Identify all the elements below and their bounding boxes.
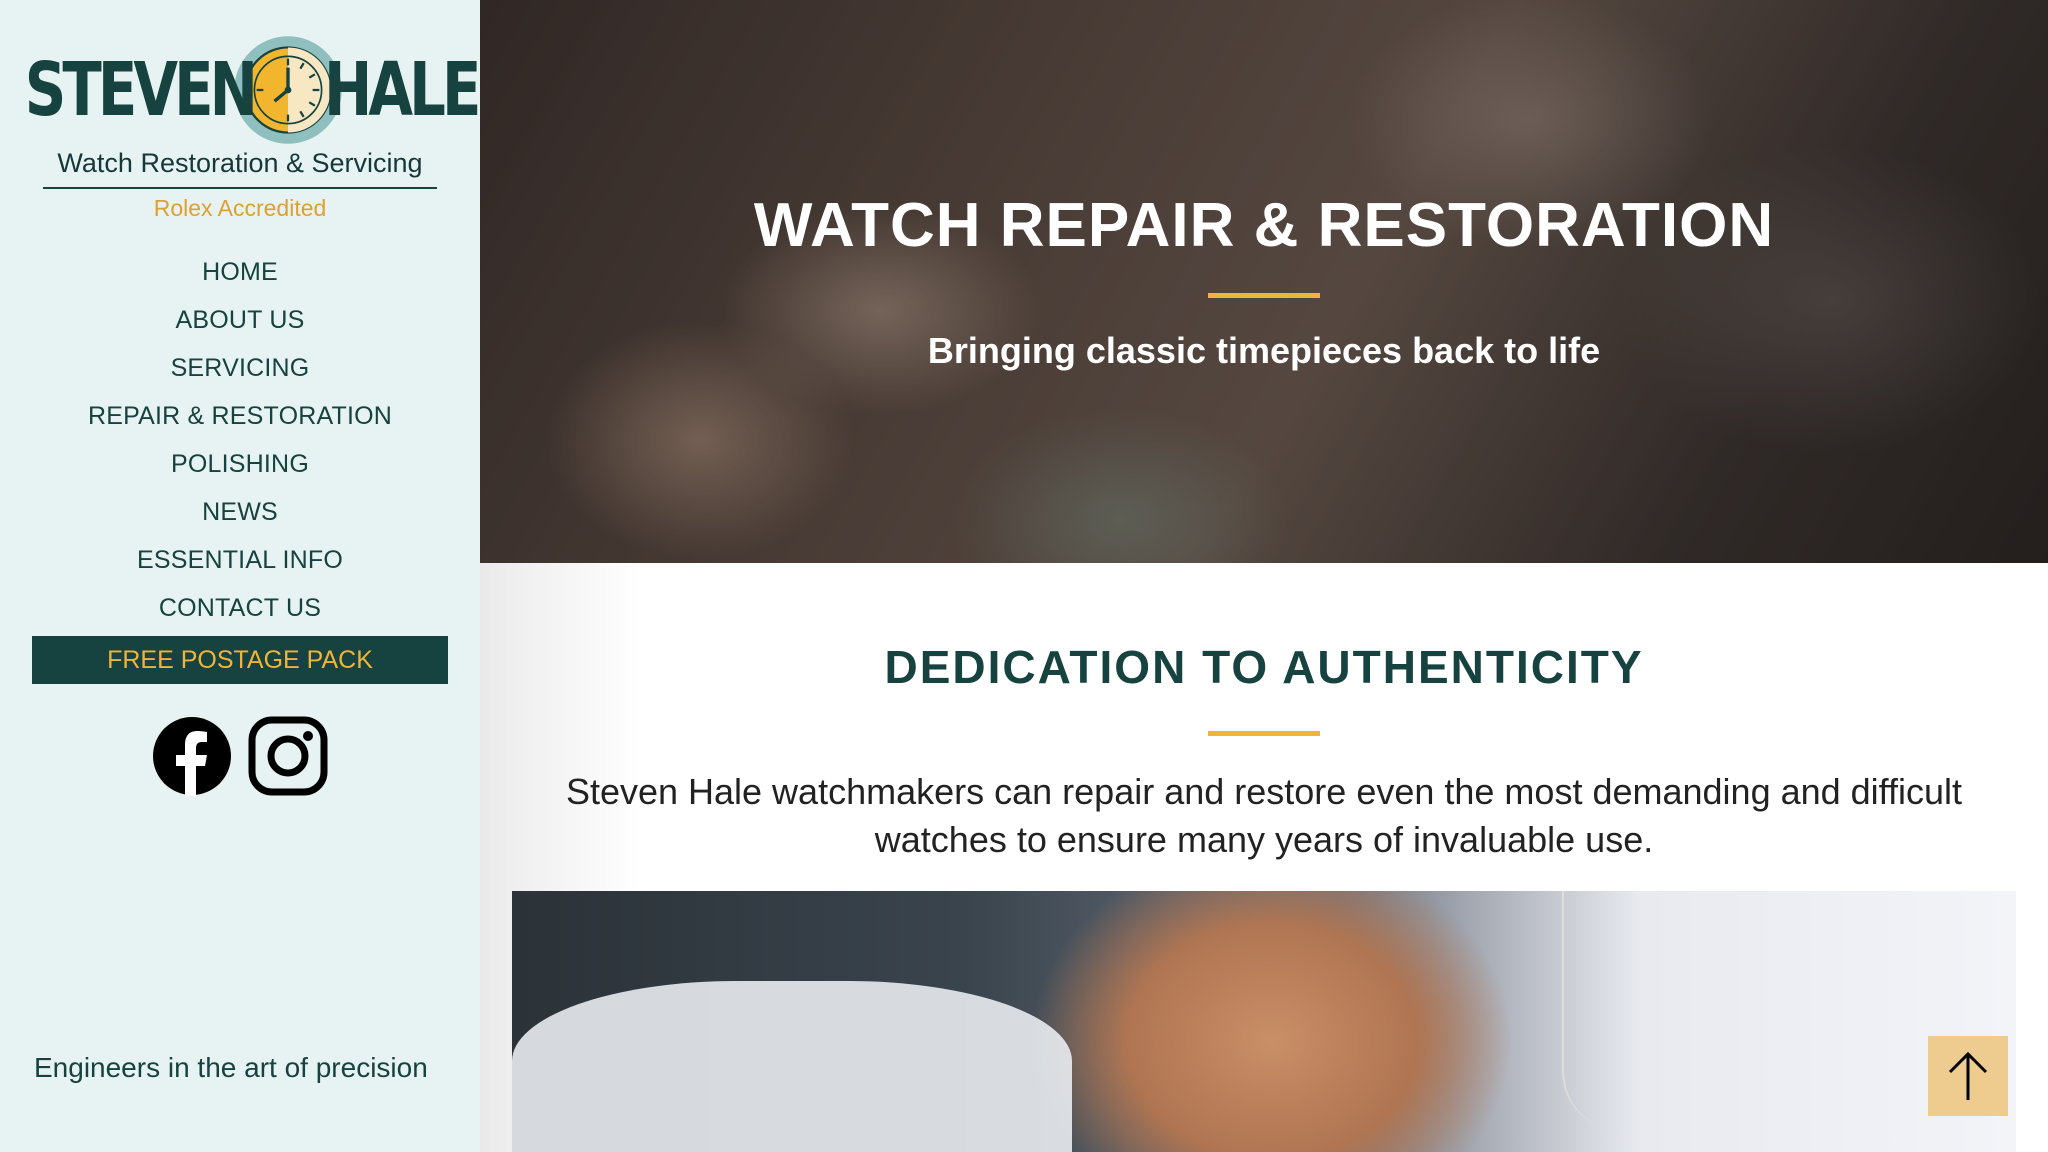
logo-name-left: STEVEN xyxy=(24,47,257,133)
accreditation-label: Rolex Accredited xyxy=(153,195,327,221)
sidebar: STEVEN HALE Watch Restoration & Servicin… xyxy=(0,0,481,1152)
section-body: Steven Hale watchmakers can repair and r… xyxy=(565,771,1963,860)
nav-item-essential-info[interactable]: ESSENTIAL INFO xyxy=(137,536,343,584)
nav-item-news[interactable]: NEWS xyxy=(202,488,278,536)
photo-detail xyxy=(1562,891,1622,1131)
nav-item-about-us[interactable]: ABOUT US xyxy=(176,296,305,344)
hero-image-overlay xyxy=(480,0,2048,563)
hero-title: WATCH REPAIR & RESTORATION xyxy=(753,191,1775,260)
nav-item-contact-us[interactable]: CONTACT US xyxy=(159,584,321,632)
photo-detail xyxy=(512,981,1072,1152)
hero-banner: WATCH REPAIR & RESTORATION Bringing clas… xyxy=(480,0,2048,563)
free-postage-pack-button[interactable]: FREE POSTAGE PACK xyxy=(32,636,448,684)
watchmaker-photo xyxy=(512,891,2016,1152)
hero-subtitle: Bringing classic timepieces back to life xyxy=(927,330,1601,371)
nav-item-polishing[interactable]: POLISHING xyxy=(171,440,309,488)
instagram-icon[interactable] xyxy=(248,716,328,796)
brand-logo[interactable]: STEVEN HALE Watch Restoration & Servicin… xyxy=(24,34,481,222)
arrow-up-icon xyxy=(1948,1051,1988,1100)
nav-item-servicing[interactable]: SERVICING xyxy=(171,344,310,392)
nav-item-repair-restoration[interactable]: REPAIR & RESTORATION xyxy=(88,392,392,440)
logo-wordmark: STEVEN HALE xyxy=(0,34,521,146)
facebook-icon[interactable] xyxy=(152,716,232,796)
social-links xyxy=(152,716,328,796)
back-to-top-button[interactable] xyxy=(1928,1036,2008,1116)
logo-name-right: HALE xyxy=(323,47,481,133)
hero-divider xyxy=(1208,293,1320,298)
logo-subtitle: Watch Restoration & Servicing xyxy=(43,148,437,189)
section-title: DEDICATION TO AUTHENTICITY xyxy=(884,641,1644,693)
main-nav: HOME ABOUT US SERVICING REPAIR & RESTORA… xyxy=(0,248,480,684)
section-divider xyxy=(1208,731,1320,736)
sidebar-tagline: Engineers in the art of precision xyxy=(34,1052,428,1083)
nav-item-home[interactable]: HOME xyxy=(202,248,278,296)
